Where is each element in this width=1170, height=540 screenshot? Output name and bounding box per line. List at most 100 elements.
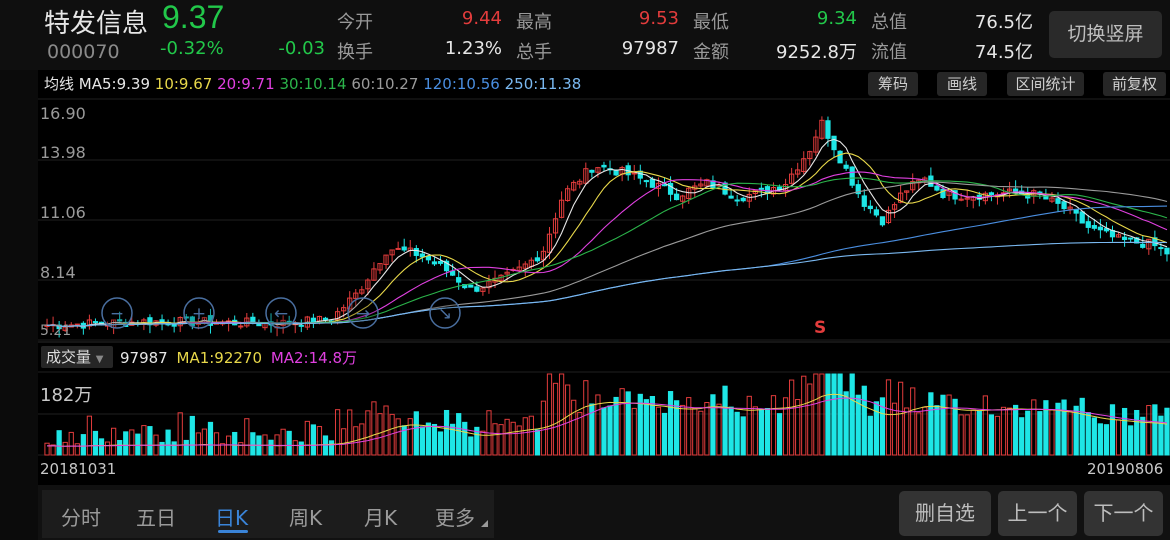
scroll-left-icon[interactable]: ← [265, 297, 297, 329]
volume-bar [946, 394, 952, 456]
volume-bar [910, 387, 916, 456]
scroll-right-icon[interactable]: → [347, 297, 379, 329]
volume-bar [1140, 416, 1146, 456]
volume-bar [1152, 404, 1158, 456]
volume-bar [1146, 405, 1152, 456]
volume-bar [334, 409, 341, 456]
volume-bar [964, 414, 970, 456]
volume-ma2: MA2:14.8万 [270, 349, 358, 367]
date-start: 20181031 [40, 460, 117, 478]
candle-body [934, 185, 940, 191]
volume-bar [1079, 397, 1085, 456]
volume-bar [504, 418, 510, 456]
volume-bar [371, 401, 377, 456]
volume-bar [232, 431, 238, 456]
corner-triangle-icon [481, 520, 488, 527]
remove-watchlist-button[interactable]: 删自选 [899, 491, 991, 536]
volume-bar [643, 399, 649, 456]
volume-bar [183, 439, 189, 456]
candle-body [589, 169, 595, 173]
volume-bar [498, 424, 504, 456]
indicator-selector[interactable]: 成交量 ▼ [41, 346, 113, 368]
candle-body [413, 248, 419, 256]
volume-bar [74, 443, 80, 456]
candle-body [474, 286, 480, 292]
volume-bar [661, 412, 668, 456]
candle-body [758, 187, 764, 190]
volume-bar [1073, 405, 1079, 456]
candle-body [873, 209, 880, 216]
next-stock-button[interactable]: 下一个 [1084, 491, 1163, 536]
volume-bar [601, 407, 607, 456]
candle-body [1164, 247, 1170, 255]
price-axis-label: 11.06 [40, 203, 86, 222]
zoom-out-icon[interactable]: − [101, 297, 133, 329]
volume-bar [1085, 412, 1091, 456]
candle-body [534, 257, 541, 262]
volume-bar [958, 414, 964, 456]
volume-bar [1061, 399, 1067, 456]
candle-body [1079, 211, 1085, 224]
volume-bar [897, 381, 904, 456]
volume-bar [534, 429, 541, 456]
tab-monthly-k[interactable]: 月K [364, 502, 397, 531]
volume-bar [104, 441, 111, 456]
volume-bar [298, 441, 304, 456]
volume-bar [304, 420, 310, 456]
tab-weekly-k[interactable]: 周K [289, 502, 322, 531]
volume-bar [1055, 402, 1061, 456]
volume-bar [244, 418, 250, 456]
tab-more[interactable]: 更多 [435, 502, 475, 531]
volume-bar [328, 440, 335, 456]
volume-bar [789, 379, 795, 456]
scroll-left-icon-glyph: ← [274, 304, 288, 324]
reset-icon[interactable]: ↘ [429, 297, 461, 329]
volume-bar [292, 440, 298, 456]
zoom-in-icon[interactable]: + [183, 297, 215, 329]
volume-bar [698, 410, 704, 456]
candle-body [728, 195, 734, 199]
volume-bar [1013, 404, 1019, 456]
period-tab-bar [42, 490, 494, 538]
volume-bar [1103, 424, 1110, 456]
volume-bar [341, 428, 347, 456]
volume-bar [716, 403, 722, 456]
volume-bar [377, 413, 383, 456]
candle-body [456, 277, 462, 283]
candle-body [1158, 247, 1164, 250]
volume-bar [970, 409, 976, 456]
volume-bar [92, 430, 99, 456]
volume-bar [988, 414, 995, 456]
kline-chart[interactable]: − + ← → ↘ [0, 0, 1170, 540]
candle-body [450, 270, 456, 276]
ma20-line [46, 171, 1168, 327]
volume-bar [110, 427, 117, 456]
tab-daily-k[interactable]: 日K [215, 502, 248, 531]
volume-bar [849, 373, 855, 456]
volume-bar [141, 425, 147, 456]
volume-bar [934, 405, 940, 456]
previous-stock-button[interactable]: 上一个 [998, 491, 1077, 536]
volume-bar [280, 428, 286, 456]
volume-bar [189, 415, 195, 456]
volume-bar [226, 435, 232, 456]
volume-bar [625, 391, 631, 456]
volume-bar [522, 417, 528, 456]
tab-five-day[interactable]: 五日 [136, 502, 176, 531]
volume-bar [44, 442, 50, 456]
candle-body [825, 120, 831, 139]
volume-bar [728, 406, 734, 456]
candle-body [849, 166, 855, 186]
volume-bar [250, 432, 256, 456]
tab-intraday[interactable]: 分时 [61, 502, 101, 531]
volume-bar [516, 425, 522, 456]
candle-body [92, 321, 99, 324]
volume-bar [770, 395, 777, 456]
volume-bar [994, 415, 1001, 456]
volume-bar [976, 410, 982, 456]
candle-body [831, 135, 837, 151]
candle-body [1061, 201, 1067, 210]
date-end: 20190806 [1087, 460, 1164, 478]
volume-bar [213, 432, 220, 456]
candle-body [601, 164, 607, 168]
